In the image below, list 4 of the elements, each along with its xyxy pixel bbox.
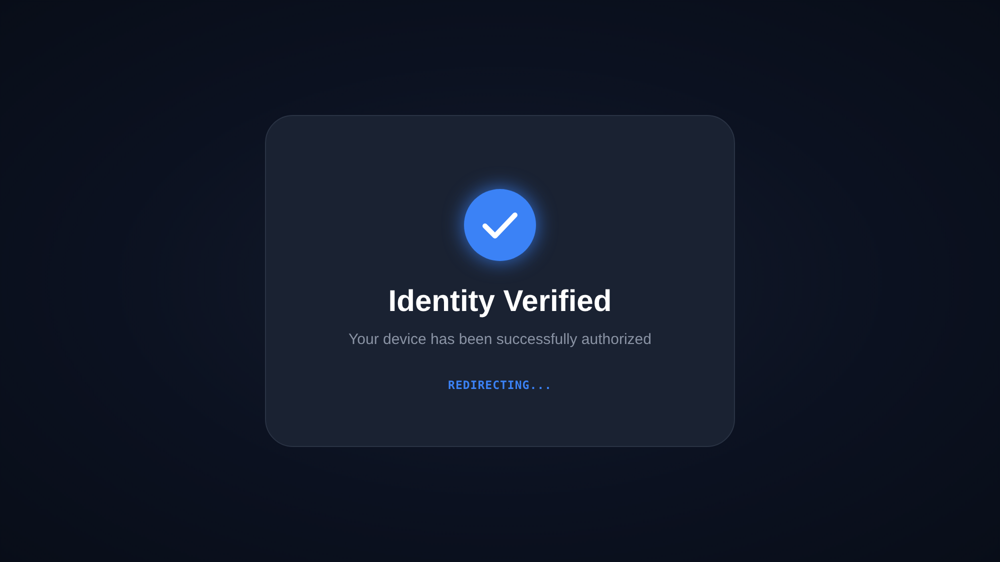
dialog-title: Identity Verified [388,284,612,320]
status-text: REDIRECTING... [448,378,552,392]
checkmark-icon [464,189,536,261]
dialog-message: Your device has been successfully authorized [348,330,652,350]
